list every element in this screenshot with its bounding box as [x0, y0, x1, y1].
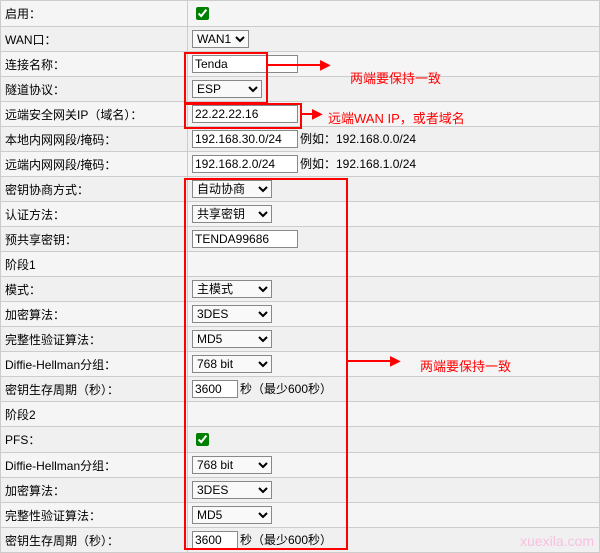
config-table: 启用： WAN口： WAN1 连接名称： 隧道协议： ESP 远端安全网关IP（…	[0, 0, 600, 553]
select-key-nego[interactable]: 自动协商	[192, 180, 272, 198]
label-dh-group: Diffie-Hellman分组：	[1, 352, 188, 377]
input-psk[interactable]	[192, 230, 298, 248]
label-hash-algo2: 完整性验证算法：	[1, 503, 188, 528]
select-dh-group2[interactable]: 768 bit	[192, 456, 272, 474]
hint-remote-net: 例如：192.168.1.0/24	[300, 157, 416, 171]
select-mode[interactable]: 主模式	[192, 280, 272, 298]
label-conn-name: 连接名称：	[1, 52, 188, 77]
label-dh-group2: Diffie-Hellman分组：	[1, 453, 188, 478]
label-enc-algo2: 加密算法：	[1, 478, 188, 503]
hint-key-life2: 秒（最少600秒）	[240, 533, 332, 547]
label-pfs: PFS：	[1, 427, 188, 453]
label-local-net: 本地内网网段/掩码：	[1, 127, 188, 152]
label-key-nego: 密钥协商方式：	[1, 177, 188, 202]
label-auth-method: 认证方法：	[1, 202, 188, 227]
label-mode: 模式：	[1, 277, 188, 302]
input-key-life2[interactable]	[192, 531, 238, 549]
label-enable: 启用：	[1, 1, 188, 27]
label-hash-algo: 完整性验证算法：	[1, 327, 188, 352]
hint-key-life: 秒（最少600秒）	[240, 382, 332, 396]
checkbox-pfs[interactable]	[196, 433, 209, 446]
input-key-life[interactable]	[192, 380, 238, 398]
label-psk: 预共享密钥：	[1, 227, 188, 252]
label-phase1: 阶段1	[1, 252, 188, 277]
label-key-life2: 密钥生存周期（秒）：	[1, 528, 188, 553]
watermark: xuexila.com	[520, 533, 594, 549]
label-enc-algo: 加密算法：	[1, 302, 188, 327]
select-hash-algo[interactable]: MD5	[192, 330, 272, 348]
select-hash-algo2[interactable]: MD5	[192, 506, 272, 524]
label-wan: WAN口：	[1, 27, 188, 52]
checkbox-enable[interactable]	[196, 7, 209, 20]
hint-local-net: 例如：192.168.0.0/24	[300, 132, 416, 146]
select-tunnel-proto[interactable]: ESP	[192, 80, 262, 98]
input-conn-name[interactable]	[192, 55, 298, 73]
label-tunnel-proto: 隧道协议：	[1, 77, 188, 102]
label-phase2: 阶段2	[1, 402, 188, 427]
select-enc-algo[interactable]: 3DES	[192, 305, 272, 323]
label-remote-gw: 远端安全网关IP（域名）：	[1, 102, 188, 127]
input-remote-net[interactable]	[192, 155, 298, 173]
select-dh-group[interactable]: 768 bit	[192, 355, 272, 373]
input-local-net[interactable]	[192, 130, 298, 148]
select-wan[interactable]: WAN1	[192, 30, 249, 48]
label-remote-net: 远端内网网段/掩码：	[1, 152, 188, 177]
select-auth-method[interactable]: 共享密钥	[192, 205, 272, 223]
select-enc-algo2[interactable]: 3DES	[192, 481, 272, 499]
label-key-life: 密钥生存周期（秒）：	[1, 377, 188, 402]
input-remote-gw[interactable]	[192, 105, 298, 123]
